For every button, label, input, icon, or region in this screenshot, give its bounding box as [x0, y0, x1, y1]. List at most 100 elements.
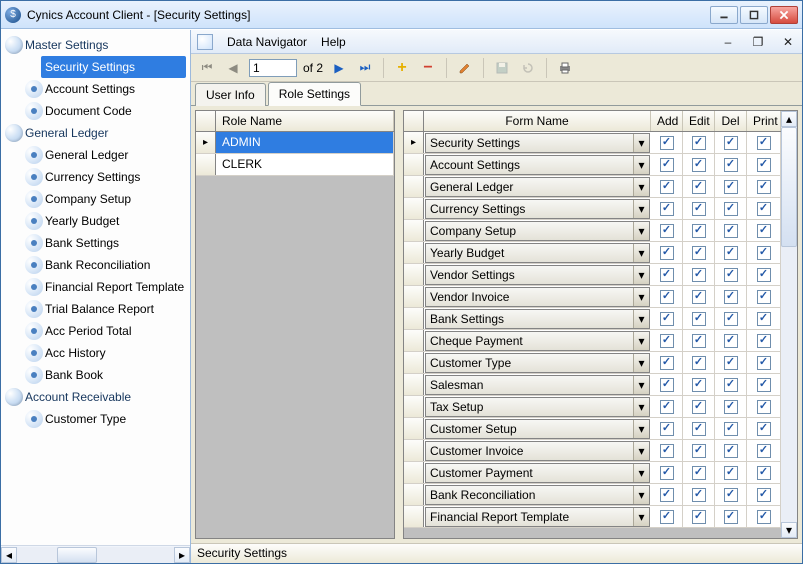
perm-print-checkbox[interactable] — [757, 444, 771, 458]
perm-del-checkbox[interactable] — [724, 246, 738, 260]
tab-role-settings[interactable]: Role Settings — [268, 82, 361, 106]
form-name-combo[interactable]: Customer Invoice▾ — [425, 441, 650, 461]
perm-print-checkbox[interactable] — [757, 136, 771, 150]
child-minimize-button[interactable]: – — [720, 34, 736, 50]
perm-edit-checkbox[interactable] — [692, 356, 706, 370]
nav-next-button[interactable]: ▶ — [329, 58, 349, 78]
perm-del-checkbox[interactable] — [724, 488, 738, 502]
role-row[interactable]: ADMIN — [196, 132, 394, 154]
undo-button[interactable] — [518, 58, 538, 78]
row-selector[interactable] — [404, 484, 424, 505]
perm-del-checkbox[interactable] — [724, 158, 738, 172]
form-name-combo[interactable]: Account Settings▾ — [425, 155, 650, 175]
form-name-combo[interactable]: Salesman▾ — [425, 375, 650, 395]
form-name-combo[interactable]: Financial Report Template▾ — [425, 507, 650, 527]
scroll-thumb-v[interactable] — [781, 127, 797, 247]
sidebar-item[interactable]: Account Settings — [1, 78, 190, 100]
role-row[interactable]: CLERK — [196, 154, 394, 176]
dropdown-arrow-icon[interactable]: ▾ — [633, 376, 649, 394]
form-row[interactable]: Vendor Settings▾ — [404, 264, 781, 286]
row-selector[interactable] — [404, 440, 424, 461]
dropdown-arrow-icon[interactable]: ▾ — [633, 200, 649, 218]
form-name-combo[interactable]: Customer Payment▾ — [425, 463, 650, 483]
perm-del-checkbox[interactable] — [724, 356, 738, 370]
perm-add-checkbox[interactable] — [660, 400, 674, 414]
form-name-combo[interactable]: Security Settings▾ — [425, 133, 650, 153]
scroll-right-button[interactable]: ▸ — [174, 547, 190, 563]
perm-edit-checkbox[interactable] — [692, 488, 706, 502]
row-selector[interactable] — [404, 374, 424, 395]
perm-add-checkbox[interactable] — [660, 136, 674, 150]
perm-print-checkbox[interactable] — [757, 334, 771, 348]
perm-edit-checkbox[interactable] — [692, 202, 706, 216]
form-name-combo[interactable]: Bank Reconciliation▾ — [425, 485, 650, 505]
scroll-track[interactable] — [17, 547, 174, 563]
perm-add-checkbox[interactable] — [660, 312, 674, 326]
perm-add-checkbox[interactable] — [660, 268, 674, 282]
perm-add-checkbox[interactable] — [660, 246, 674, 260]
perm-print-checkbox[interactable] — [757, 202, 771, 216]
dropdown-arrow-icon[interactable]: ▾ — [633, 244, 649, 262]
sidebar-item[interactable]: Document Code — [1, 100, 190, 122]
perm-edit-checkbox[interactable] — [692, 136, 706, 150]
form-row[interactable]: Tax Setup▾ — [404, 396, 781, 418]
perm-edit-checkbox[interactable] — [692, 334, 706, 348]
form-name-combo[interactable]: Bank Settings▾ — [425, 309, 650, 329]
row-selector[interactable] — [404, 176, 424, 197]
perm-del-checkbox[interactable] — [724, 444, 738, 458]
perm-print-checkbox[interactable] — [757, 356, 771, 370]
perm-add-checkbox[interactable] — [660, 510, 674, 524]
perm-edit-checkbox[interactable] — [692, 422, 706, 436]
perm-del-checkbox[interactable] — [724, 268, 738, 282]
perm-del-checkbox[interactable] — [724, 466, 738, 480]
row-selector[interactable] — [404, 506, 424, 527]
sidebar-section[interactable]: General Ledger — [1, 122, 190, 144]
row-selector[interactable] — [404, 198, 424, 219]
sidebar-item[interactable]: Bank Reconciliation — [1, 254, 190, 276]
form-row[interactable]: Customer Payment▾ — [404, 462, 781, 484]
perm-add-checkbox[interactable] — [660, 290, 674, 304]
row-selector[interactable] — [404, 308, 424, 329]
dropdown-arrow-icon[interactable]: ▾ — [633, 354, 649, 372]
perm-print-checkbox[interactable] — [757, 180, 771, 194]
dropdown-arrow-icon[interactable]: ▾ — [633, 288, 649, 306]
nav-tree[interactable]: Master SettingsSecurity SettingsAccount … — [1, 30, 190, 545]
row-selector[interactable] — [404, 220, 424, 241]
dropdown-arrow-icon[interactable]: ▾ — [633, 420, 649, 438]
row-selector[interactable] — [404, 264, 424, 285]
sidebar-item[interactable]: Financial Report Template — [1, 276, 190, 298]
nav-page-input[interactable] — [249, 59, 297, 77]
row-selector[interactable] — [404, 132, 424, 153]
form-grid-v-scroll[interactable]: ▴ ▾ — [781, 111, 797, 538]
sidebar-item[interactable]: Bank Settings — [1, 232, 190, 254]
perm-edit-checkbox[interactable] — [692, 510, 706, 524]
row-selector[interactable] — [404, 418, 424, 439]
perm-add-checkbox[interactable] — [660, 356, 674, 370]
perm-edit-checkbox[interactable] — [692, 180, 706, 194]
scroll-thumb[interactable] — [57, 547, 97, 563]
form-row[interactable]: Customer Type▾ — [404, 352, 781, 374]
form-name-combo[interactable]: Vendor Invoice▾ — [425, 287, 650, 307]
row-selector[interactable] — [404, 330, 424, 351]
form-row[interactable]: Security Settings▾ — [404, 132, 781, 154]
form-row[interactable]: Vendor Invoice▾ — [404, 286, 781, 308]
perm-edit-checkbox[interactable] — [692, 466, 706, 480]
form-name-combo[interactable]: Company Setup▾ — [425, 221, 650, 241]
row-selector[interactable] — [404, 242, 424, 263]
perm-edit-checkbox[interactable] — [692, 246, 706, 260]
perm-print-checkbox[interactable] — [757, 290, 771, 304]
perm-print-checkbox[interactable] — [757, 378, 771, 392]
perm-print-checkbox[interactable] — [757, 400, 771, 414]
print-button[interactable] — [555, 58, 575, 78]
dropdown-arrow-icon[interactable]: ▾ — [633, 156, 649, 174]
form-header-name[interactable]: Form Name — [424, 111, 651, 131]
perm-del-checkbox[interactable] — [724, 202, 738, 216]
perm-edit-checkbox[interactable] — [692, 268, 706, 282]
perm-del-checkbox[interactable] — [724, 180, 738, 194]
sidebar-item[interactable]: General Ledger — [1, 144, 190, 166]
perm-add-checkbox[interactable] — [660, 158, 674, 172]
form-header-edit[interactable]: Edit — [683, 111, 715, 131]
form-name-combo[interactable]: General Ledger▾ — [425, 177, 650, 197]
perm-del-checkbox[interactable] — [724, 312, 738, 326]
form-header-del[interactable]: Del — [715, 111, 747, 131]
